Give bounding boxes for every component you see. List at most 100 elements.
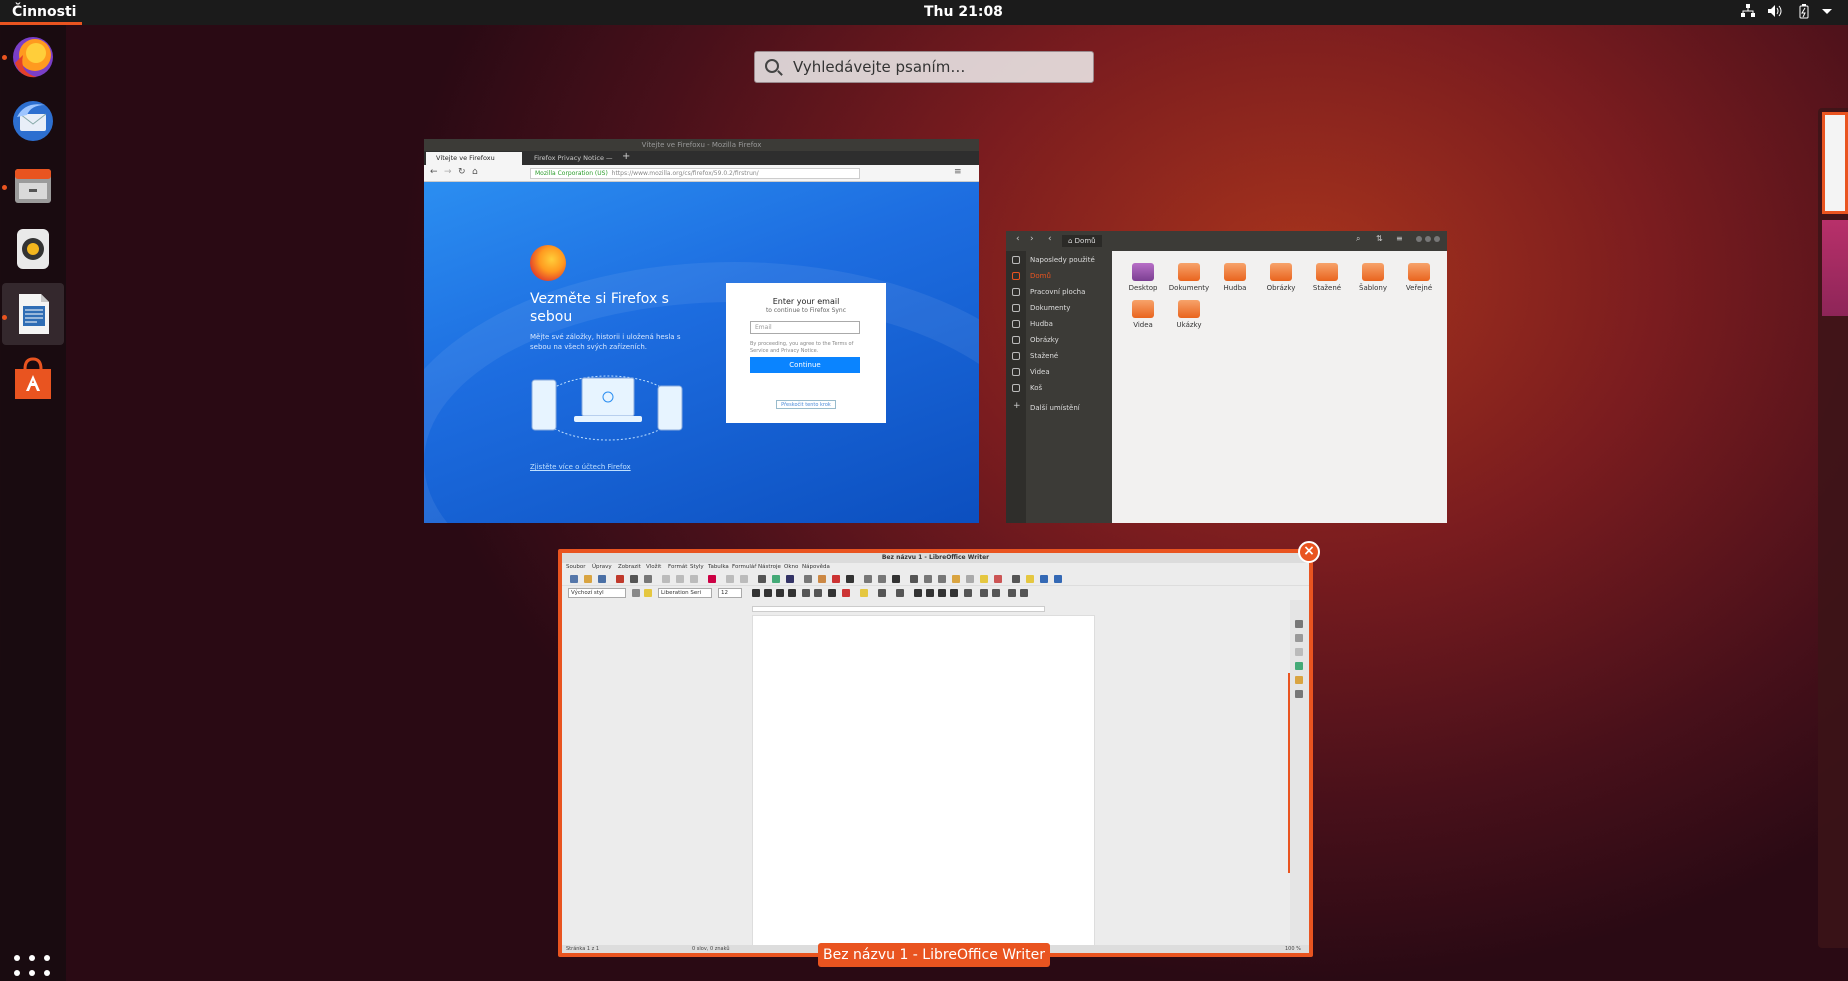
decrease-indent-icon[interactable] bbox=[992, 589, 1000, 597]
dock-writer[interactable] bbox=[9, 290, 57, 338]
dock-files[interactable] bbox=[9, 161, 57, 209]
italic-icon[interactable] bbox=[764, 589, 772, 597]
view-options-icon[interactable]: ⇅ bbox=[1376, 234, 1383, 243]
clock[interactable]: Thu 21:08 bbox=[924, 4, 1003, 20]
activities-button[interactable]: Činnosti bbox=[12, 4, 76, 20]
close-icon[interactable] bbox=[1434, 236, 1440, 242]
folder-music[interactable]: Hudba bbox=[1212, 257, 1252, 297]
menu-item[interactable]: Soubor bbox=[566, 563, 585, 572]
paragraph-style-select[interactable]: Výchozí styl bbox=[568, 588, 626, 598]
comment-icon[interactable] bbox=[980, 575, 988, 583]
show-applications-icon[interactable] bbox=[14, 955, 50, 981]
folder-public[interactable]: Veřejné bbox=[1396, 257, 1436, 297]
new-style-icon[interactable] bbox=[644, 589, 652, 597]
insert-page-break-icon[interactable] bbox=[864, 575, 872, 583]
menu-item[interactable]: Zobrazit bbox=[618, 563, 641, 572]
forward-icon[interactable]: → bbox=[444, 167, 452, 177]
sidebar-item-recent[interactable]: Naposledy použité bbox=[1030, 255, 1095, 266]
footnote-icon[interactable] bbox=[924, 575, 932, 583]
menu-arrow-icon[interactable] bbox=[1819, 4, 1835, 20]
properties-icon[interactable] bbox=[1295, 620, 1303, 628]
sidebar-item-desktop[interactable]: Pracovní plocha bbox=[1030, 287, 1085, 298]
menu-item[interactable]: Styly bbox=[690, 563, 704, 572]
numbering-icon[interactable] bbox=[896, 589, 904, 597]
bullets-icon[interactable] bbox=[878, 589, 886, 597]
new-tab-icon[interactable]: + bbox=[622, 151, 630, 162]
volume-icon[interactable] bbox=[1767, 4, 1783, 20]
firefox-window-thumbnail[interactable]: Vítejte ve Firefoxu - Mozilla Firefox Ví… bbox=[424, 139, 979, 523]
draw-functions-icon[interactable] bbox=[1054, 575, 1062, 583]
writer-window-thumbnail[interactable]: Bez názvu 1 - LibreOffice Writer Soubor … bbox=[562, 553, 1309, 953]
folder-pictures[interactable]: Obrázky bbox=[1258, 257, 1298, 297]
dock-software[interactable] bbox=[9, 355, 57, 403]
battery-icon[interactable] bbox=[1796, 4, 1812, 20]
minimize-icon[interactable] bbox=[1416, 236, 1422, 242]
new-document-icon[interactable] bbox=[570, 575, 578, 583]
justify-icon[interactable] bbox=[950, 589, 958, 597]
endnote-icon[interactable] bbox=[938, 575, 946, 583]
email-field[interactable]: Email bbox=[750, 321, 860, 334]
folder-videos[interactable]: Videa bbox=[1120, 294, 1160, 334]
menu-item[interactable]: Formát bbox=[668, 563, 687, 572]
line-icon[interactable] bbox=[1012, 575, 1020, 583]
dock-thunderbird[interactable] bbox=[9, 97, 57, 145]
find-replace-icon[interactable] bbox=[758, 575, 766, 583]
paragraph-icon[interactable] bbox=[1008, 589, 1016, 597]
save-icon[interactable] bbox=[598, 575, 606, 583]
font-name-select[interactable]: Liberation Seri bbox=[658, 588, 712, 598]
export-pdf-icon[interactable] bbox=[616, 575, 624, 583]
formatting-marks-icon[interactable] bbox=[786, 575, 794, 583]
files-window-thumbnail[interactable]: ‹ › ‹ ⌂ Domů ⌕ ⇅ ≡ Naposledy použité Dom… bbox=[1006, 231, 1447, 523]
character-icon[interactable] bbox=[1020, 589, 1028, 597]
menu-icon[interactable]: ≡ bbox=[954, 167, 962, 177]
sidebar-item-pictures[interactable]: Obrázky bbox=[1030, 335, 1059, 346]
folder-documents[interactable]: Dokumenty bbox=[1166, 257, 1209, 297]
print-icon[interactable] bbox=[630, 575, 638, 583]
shapes-icon[interactable] bbox=[1040, 575, 1048, 583]
open-icon[interactable] bbox=[584, 575, 592, 583]
clone-formatting-icon[interactable] bbox=[708, 575, 716, 583]
continue-button[interactable]: Continue bbox=[750, 357, 860, 373]
spelling-icon[interactable] bbox=[772, 575, 780, 583]
learn-more-link[interactable]: Zjistěte více o účtech Firefox bbox=[530, 463, 631, 471]
font-size-select[interactable]: 12 bbox=[718, 588, 742, 598]
sidebar-item-music[interactable]: Hudba bbox=[1030, 319, 1053, 330]
back-icon[interactable]: ‹ bbox=[1016, 234, 1020, 244]
track-changes-icon[interactable] bbox=[994, 575, 1002, 583]
special-character-icon[interactable] bbox=[892, 575, 900, 583]
menu-icon[interactable]: ≡ bbox=[1396, 234, 1403, 243]
workspace-thumbnail-empty[interactable] bbox=[1822, 220, 1848, 316]
insert-table-icon[interactable] bbox=[804, 575, 812, 583]
sidebar-item-downloads[interactable]: Stažené bbox=[1030, 351, 1058, 362]
basic-shapes-icon[interactable] bbox=[1026, 575, 1034, 583]
menu-item[interactable]: Tabulka bbox=[708, 563, 729, 572]
home-icon[interactable]: ⌂ bbox=[472, 167, 478, 177]
document-page[interactable] bbox=[752, 615, 1095, 950]
folder-desktop[interactable]: Desktop bbox=[1120, 257, 1160, 297]
print-preview-icon[interactable] bbox=[644, 575, 652, 583]
previous-location-icon[interactable]: ‹ bbox=[1048, 234, 1052, 244]
align-left-icon[interactable] bbox=[914, 589, 922, 597]
cross-reference-icon[interactable] bbox=[966, 575, 974, 583]
forward-icon[interactable]: › bbox=[1030, 234, 1034, 244]
reload-icon[interactable]: ↻ bbox=[458, 167, 466, 177]
copy-icon[interactable] bbox=[676, 575, 684, 583]
workspace-thumbnail-active[interactable] bbox=[1822, 112, 1848, 214]
insert-image-icon[interactable] bbox=[818, 575, 826, 583]
font-color-icon[interactable] bbox=[842, 589, 850, 597]
breadcrumb[interactable]: ⌂ Domů bbox=[1062, 235, 1102, 247]
network-icon[interactable] bbox=[1740, 4, 1756, 20]
align-right-icon[interactable] bbox=[938, 589, 946, 597]
dock-firefox[interactable] bbox=[9, 33, 57, 81]
styles-icon[interactable] bbox=[1295, 634, 1303, 642]
subscript-icon[interactable] bbox=[814, 589, 822, 597]
update-style-icon[interactable] bbox=[632, 589, 640, 597]
maximize-icon[interactable] bbox=[1425, 236, 1431, 242]
line-spacing-icon[interactable] bbox=[964, 589, 972, 597]
insert-textbox-icon[interactable] bbox=[846, 575, 854, 583]
redo-icon[interactable] bbox=[740, 575, 748, 583]
underline-icon[interactable] bbox=[776, 589, 784, 597]
sidebar-item-videos[interactable]: Videa bbox=[1030, 367, 1050, 378]
tab-welcome[interactable]: Vítejte ve Firefoxu bbox=[426, 152, 522, 165]
close-window-icon[interactable]: × bbox=[1298, 541, 1320, 563]
